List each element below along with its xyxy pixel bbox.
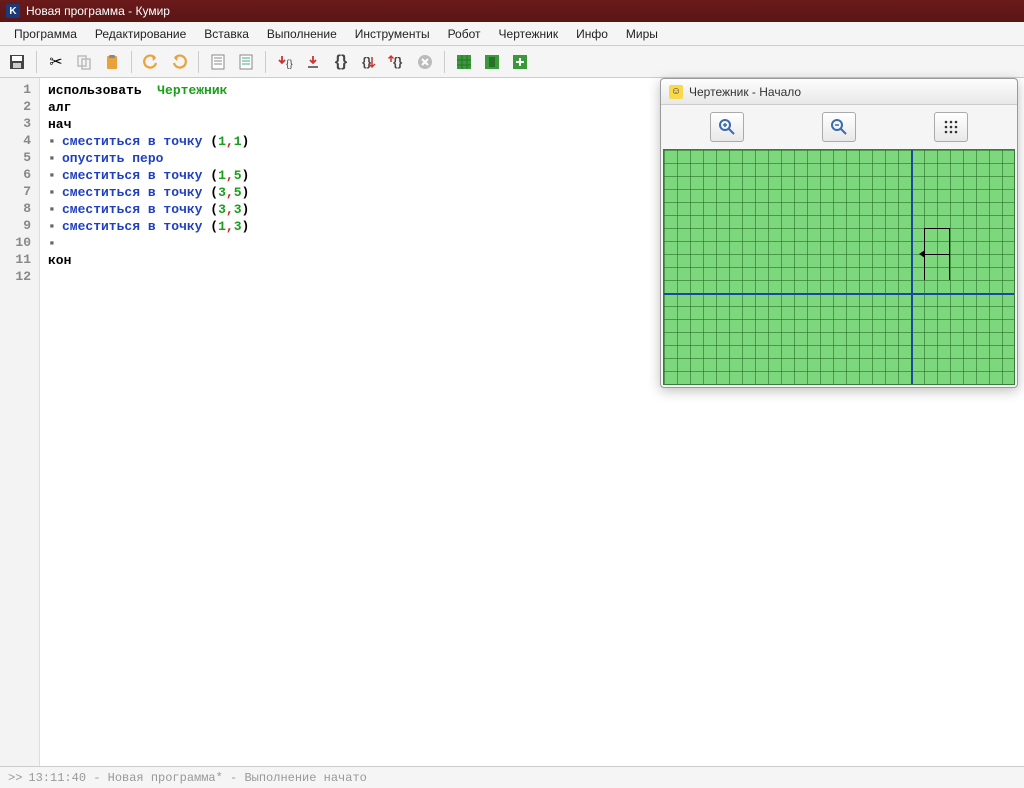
app-icon: K xyxy=(6,4,20,18)
menu-program[interactable]: Программа xyxy=(6,24,85,44)
line-number: 11 xyxy=(0,252,39,269)
window-title: Новая программа - Кумир xyxy=(26,4,170,18)
line-number: 10 xyxy=(0,235,39,252)
floppy-icon xyxy=(8,53,26,71)
line-number: 8 xyxy=(0,201,39,218)
magnify-minus-icon xyxy=(830,118,848,136)
svg-text:{}: {} xyxy=(362,55,372,69)
flag-grid-icon xyxy=(483,53,501,71)
toolbar-separator xyxy=(198,51,199,73)
stop-icon xyxy=(416,53,434,71)
line-number: 5 xyxy=(0,150,39,167)
drafter-toolbar xyxy=(661,105,1017,149)
scissors-icon: ✂ xyxy=(49,52,62,72)
pen-path-seg xyxy=(924,254,950,255)
svg-text:{}: {} xyxy=(393,55,403,69)
menubar: Программа Редактирование Вставка Выполне… xyxy=(0,22,1024,46)
cut-button[interactable]: ✂ xyxy=(43,49,69,75)
drafter-window[interactable]: ☺ Чертежник - Начало xyxy=(660,78,1018,388)
template2-button[interactable] xyxy=(233,49,259,75)
step-in-button[interactable]: {} xyxy=(272,49,298,75)
svg-text:{}: {} xyxy=(286,59,293,70)
menu-edit[interactable]: Редактирование xyxy=(87,24,194,44)
drafter-canvas[interactable] xyxy=(663,149,1015,385)
toolbar-separator xyxy=(444,51,445,73)
run-button[interactable]: {} xyxy=(328,49,354,75)
line-number: 6 xyxy=(0,167,39,184)
undo-icon xyxy=(142,53,160,71)
grid-toggle-button[interactable] xyxy=(934,112,968,142)
drafter-title: Чертежник - Начало xyxy=(689,85,801,99)
line-number: 4 xyxy=(0,133,39,150)
template1-button[interactable] xyxy=(205,49,231,75)
menu-insert[interactable]: Вставка xyxy=(196,24,257,44)
zoom-out-button[interactable] xyxy=(822,112,856,142)
grid-icon xyxy=(455,53,473,71)
grid-plus-icon xyxy=(511,53,529,71)
drafter-titlebar[interactable]: ☺ Чертежник - Начало xyxy=(661,79,1017,105)
stop-button[interactable] xyxy=(412,49,438,75)
status-prompt: >> xyxy=(8,771,22,785)
toolbar: ✂ {} {} {} {} xyxy=(0,46,1024,78)
toolbar-separator xyxy=(265,51,266,73)
line-gutter: 1 2 3 4 5 6 7 8 9 10 11 12 xyxy=(0,78,40,766)
redo-button[interactable] xyxy=(166,49,192,75)
redo-icon xyxy=(170,53,188,71)
line-number: 7 xyxy=(0,184,39,201)
drafter-canvas-wrap xyxy=(661,149,1017,387)
step-over-button[interactable] xyxy=(300,49,326,75)
grid-dots-icon xyxy=(942,118,960,136)
toolbar-separator xyxy=(131,51,132,73)
clipboard-icon xyxy=(103,53,121,71)
magnify-plus-icon xyxy=(718,118,736,136)
x-axis xyxy=(664,293,1014,295)
menu-info[interactable]: Инфо xyxy=(568,24,616,44)
line-number: 3 xyxy=(0,116,39,133)
status-text: 13:11:40 - Новая программа* - Выполнение… xyxy=(28,771,366,785)
pen-arrow-icon xyxy=(919,250,925,258)
braces-back-icon: {} xyxy=(388,53,406,71)
save-button[interactable] xyxy=(4,49,30,75)
menu-robot[interactable]: Робот xyxy=(440,24,489,44)
line-number: 12 xyxy=(0,269,39,286)
zoom-in-button[interactable] xyxy=(710,112,744,142)
line-number: 1 xyxy=(0,82,39,99)
smiley-icon: ☺ xyxy=(669,85,683,99)
step-in-icon: {} xyxy=(276,53,294,71)
menu-worlds[interactable]: Миры xyxy=(618,24,666,44)
menu-tools[interactable]: Инструменты xyxy=(347,24,438,44)
y-axis xyxy=(911,150,913,384)
canvas-grid xyxy=(664,150,1014,384)
toolbar-separator xyxy=(36,51,37,73)
braces-run-icon: {} xyxy=(360,53,378,71)
line-number: 9 xyxy=(0,218,39,235)
braces-icon: {} xyxy=(335,53,347,71)
undo-button[interactable] xyxy=(138,49,164,75)
line-number: 2 xyxy=(0,99,39,116)
paste-button[interactable] xyxy=(99,49,125,75)
copy-icon xyxy=(75,53,93,71)
world-flag-button[interactable] xyxy=(479,49,505,75)
status-bar: >> 13:11:40 - Новая программа* - Выполне… xyxy=(0,766,1024,788)
window-titlebar: K Новая программа - Кумир xyxy=(0,0,1024,22)
page-lines-icon xyxy=(237,53,255,71)
copy-button[interactable] xyxy=(71,49,97,75)
menu-drafter[interactable]: Чертежник xyxy=(491,24,567,44)
run-step-button[interactable]: {} xyxy=(384,49,410,75)
run-fast-button[interactable]: {} xyxy=(356,49,382,75)
menu-run[interactable]: Выполнение xyxy=(259,24,345,44)
world-add-button[interactable] xyxy=(507,49,533,75)
step-over-icon xyxy=(304,53,322,71)
page-lines-icon xyxy=(209,53,227,71)
world-grid-button[interactable] xyxy=(451,49,477,75)
